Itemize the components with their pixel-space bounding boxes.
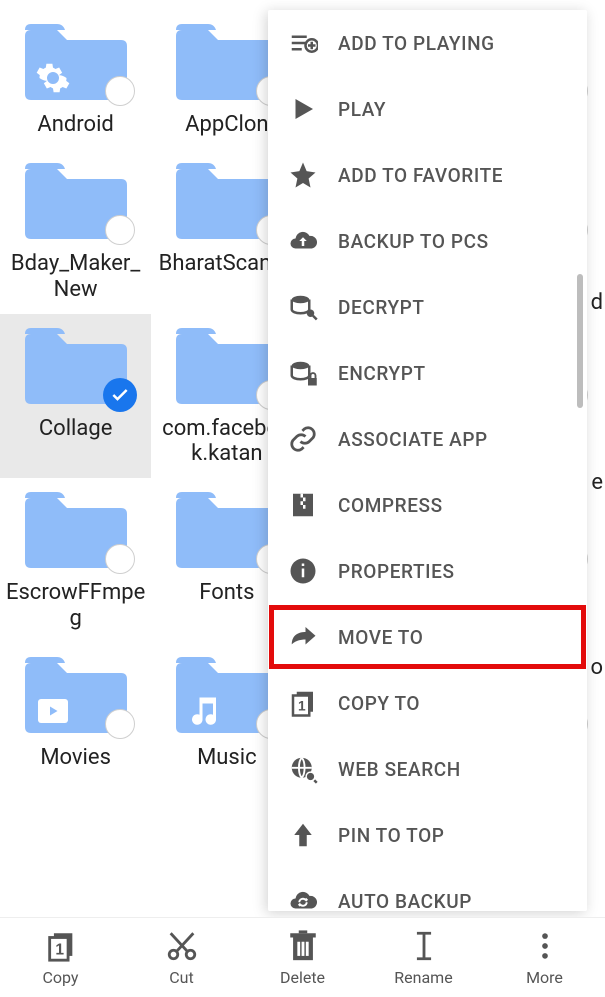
menu-item-label: COMPRESS xyxy=(338,494,443,517)
music-icon xyxy=(186,693,222,729)
partial-folder-label: o xyxy=(590,655,603,680)
menu-item-copy-to[interactable]: 1 COPY TO xyxy=(268,670,587,736)
menu-item-label: PLAY xyxy=(338,98,386,121)
playlist-add-icon xyxy=(286,26,320,60)
folder-label: Music xyxy=(197,745,257,770)
menu-item-label: AUTO BACKUP xyxy=(338,890,472,912)
menu-item-play[interactable]: PLAY xyxy=(268,76,587,142)
svg-text:1: 1 xyxy=(298,699,306,714)
menu-item-encrypt[interactable]: ENCRYPT xyxy=(268,340,587,406)
copy-icon: 1 xyxy=(43,928,79,964)
folder-icon xyxy=(21,16,131,106)
menu-item-move-to[interactable]: MOVE TO xyxy=(268,604,587,670)
link-icon xyxy=(286,422,320,456)
menu-item-label: PROPERTIES xyxy=(338,560,455,583)
folder-label: AppClon xyxy=(185,112,268,137)
delete-icon xyxy=(285,928,321,964)
rename-button[interactable]: Rename xyxy=(363,928,484,987)
menu-item-pin-to-top[interactable]: PIN TO TOP xyxy=(268,802,587,868)
menu-item-label: BACKUP TO PCS xyxy=(338,230,489,253)
folder-icon xyxy=(21,320,131,410)
play-icon xyxy=(35,693,71,729)
forward-icon xyxy=(286,620,320,654)
menu-item-label: DECRYPT xyxy=(338,296,425,319)
menu-item-backup-pcs[interactable]: BACKUP TO PCS xyxy=(268,208,587,274)
partial-folder-label: d xyxy=(591,290,603,315)
db-lock-icon xyxy=(286,356,320,390)
folder-label: EscrowFFmpeg xyxy=(6,580,146,631)
folder-label: Bday_Maker_New xyxy=(6,251,146,302)
db-key-icon xyxy=(286,290,320,324)
select-circle[interactable] xyxy=(105,544,135,574)
cut-label: Cut xyxy=(169,968,193,987)
folder-label: Android xyxy=(37,112,113,137)
select-circle[interactable] xyxy=(105,215,135,245)
menu-item-compress[interactable]: COMPRESS xyxy=(268,472,587,538)
copy-one-icon: 1 xyxy=(286,686,320,720)
folder-label: Fonts xyxy=(199,580,254,605)
folder-icon xyxy=(172,484,282,574)
pin-up-icon xyxy=(286,818,320,852)
folder-icon xyxy=(21,649,131,739)
folder-icon xyxy=(21,155,131,245)
menu-item-label: COPY TO xyxy=(338,692,420,715)
cloud-sync-icon xyxy=(286,884,320,911)
copy-label: Copy xyxy=(42,968,78,987)
folder-icon xyxy=(172,155,282,245)
delete-label: Delete xyxy=(280,968,325,987)
menu-item-decrypt[interactable]: DECRYPT xyxy=(268,274,587,340)
folder-item[interactable]: Android xyxy=(0,10,151,149)
gear-icon xyxy=(35,60,71,96)
info-icon xyxy=(286,554,320,588)
bottom-toolbar: 1 Copy Cut Delete Rename More xyxy=(0,917,605,997)
cloud-up-icon xyxy=(286,224,320,258)
more-button[interactable]: More xyxy=(484,928,605,987)
cut-button[interactable]: Cut xyxy=(121,928,242,987)
folder-label: Collage xyxy=(39,416,113,441)
check-icon xyxy=(103,378,137,412)
folder-icon xyxy=(172,320,282,410)
menu-item-label: PIN TO TOP xyxy=(338,824,445,847)
rename-label: Rename xyxy=(394,968,452,987)
partial-folder-label: e xyxy=(591,470,603,495)
select-circle[interactable] xyxy=(105,76,135,106)
scrollbar-thumb[interactable] xyxy=(577,274,583,408)
folder-item[interactable]: Collage xyxy=(0,314,151,479)
menu-item-label: WEB SEARCH xyxy=(338,758,461,781)
menu-item-label: ADD TO FAVORITE xyxy=(338,164,503,187)
menu-item-auto-backup[interactable]: AUTO BACKUP xyxy=(268,868,587,911)
menu-item-properties[interactable]: PROPERTIES xyxy=(268,538,587,604)
folder-label: Movies xyxy=(40,745,111,770)
menu-item-web-search[interactable]: WEB SEARCH xyxy=(268,736,587,802)
copy-button[interactable]: 1 Copy xyxy=(0,928,121,987)
menu-item-assoc-app[interactable]: ASSOCIATE APP xyxy=(268,406,587,472)
more-label: More xyxy=(526,968,563,987)
context-menu: ADD TO PLAYING PLAY ADD TO FAVORITE BACKUP … xyxy=(268,10,587,911)
menu-item-label: ADD TO PLAYING xyxy=(338,32,495,55)
folder-item[interactable]: EscrowFFmpeg xyxy=(0,478,151,643)
zip-icon xyxy=(286,488,320,522)
rename-icon xyxy=(406,928,442,964)
select-circle[interactable] xyxy=(105,709,135,739)
menu-item-add-to-playing[interactable]: ADD TO PLAYING xyxy=(268,10,587,76)
play-icon xyxy=(286,92,320,126)
star-icon xyxy=(286,158,320,192)
cut-icon xyxy=(164,928,200,964)
folder-icon xyxy=(172,649,282,739)
menu-item-add-to-fav[interactable]: ADD TO FAVORITE xyxy=(268,142,587,208)
folder-icon xyxy=(172,16,282,106)
more-icon xyxy=(527,928,563,964)
globe-search-icon xyxy=(286,752,320,786)
folder-icon xyxy=(21,484,131,574)
menu-item-label: ASSOCIATE APP xyxy=(338,428,488,451)
svg-text:1: 1 xyxy=(55,942,64,959)
folder-item[interactable]: Movies xyxy=(0,643,151,782)
menu-item-label: MOVE TO xyxy=(338,626,423,649)
folder-item[interactable]: Bday_Maker_New xyxy=(0,149,151,314)
menu-item-label: ENCRYPT xyxy=(338,362,426,385)
delete-button[interactable]: Delete xyxy=(242,928,363,987)
